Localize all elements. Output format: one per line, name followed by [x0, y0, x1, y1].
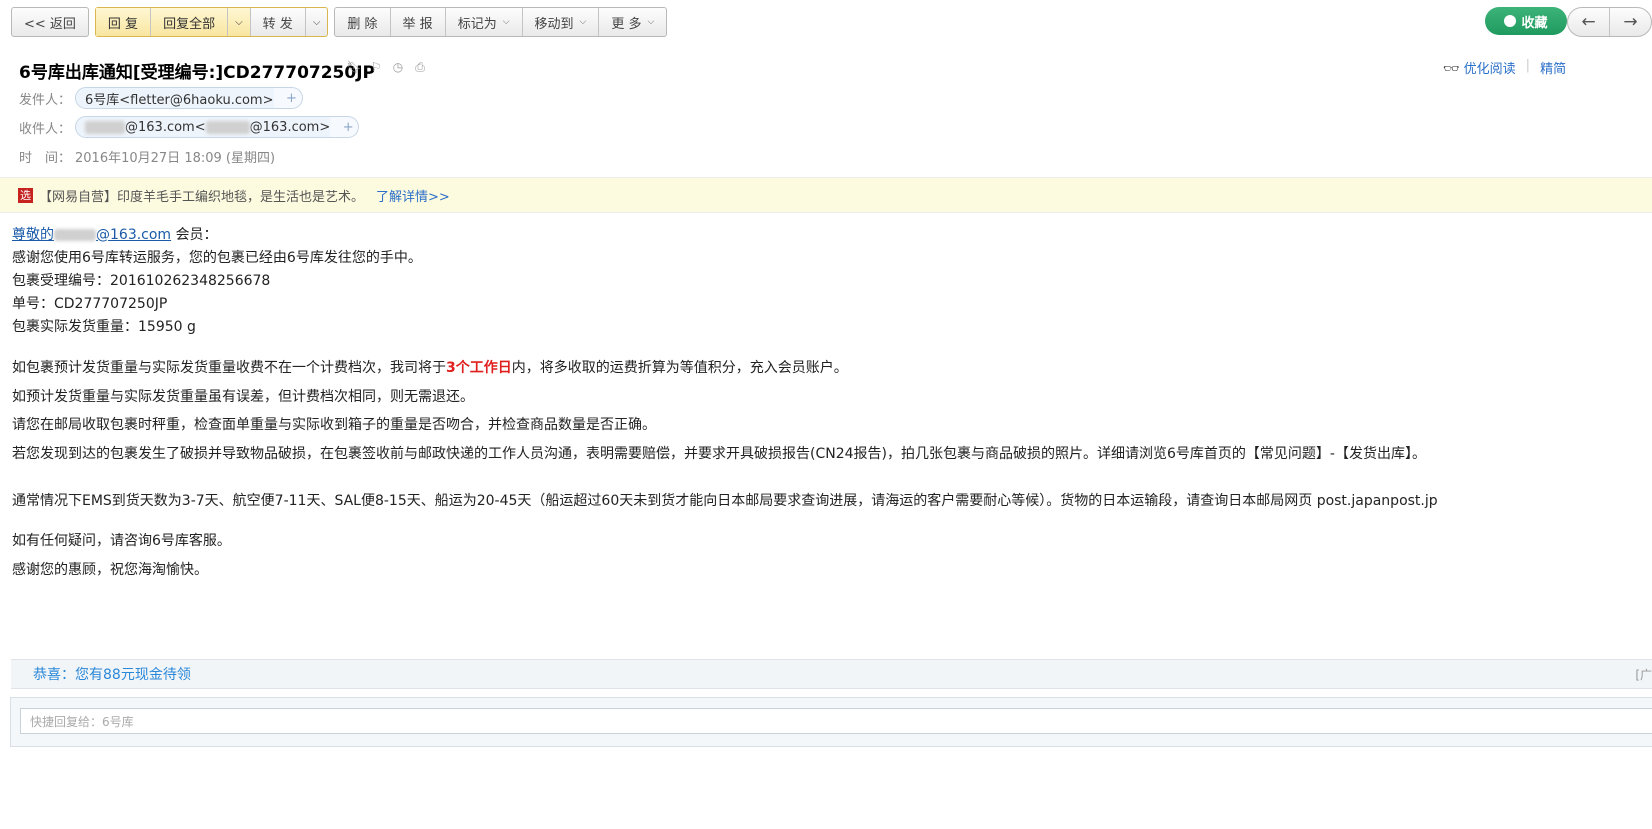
- chevron-down-icon: ⌵: [579, 17, 587, 27]
- netease-select-icon: 选: [18, 187, 33, 203]
- body-paragraph: 通常情况下EMS到货天数为3-7天、航空便7-11天、SAL便8-15天、船运为…: [12, 493, 1438, 509]
- clock-icon[interactable]: ◷: [391, 60, 405, 74]
- favorite-button[interactable]: 收藏: [1485, 7, 1567, 35]
- ad-details-link[interactable]: 了解详情>>: [376, 186, 450, 205]
- mail-body: 尊敬的 @163.com 会员： 感谢您使用6号库转运服务，您的包裹已经由6号库发…: [12, 224, 422, 339]
- reply-button[interactable]: 回 复: [95, 8, 152, 36]
- favorite-icon: [1504, 15, 1517, 27]
- mark-as-label: 标记为: [457, 16, 497, 32]
- favorite-label: 收藏: [1521, 15, 1548, 31]
- glasses-icon: 👓︎: [1443, 62, 1460, 77]
- reply-all-button[interactable]: 回复全部: [151, 8, 229, 36]
- move-to-label: 移动到: [534, 16, 574, 32]
- body-paragraph: 如预计发货重量与实际发货重量虽有误差，但计费档次相同，则无需退还。: [12, 389, 474, 405]
- back-button[interactable]: << 返回: [12, 8, 88, 36]
- body-text: 内，将多收取的运费折算为等值积分，充入会员账户。: [511, 360, 848, 376]
- mail-nav: ← →: [1567, 7, 1652, 37]
- redacted-username: [85, 120, 126, 134]
- chevron-down-icon: ⌵: [647, 17, 655, 27]
- greet-prefix: 尊敬的: [12, 227, 54, 243]
- to-label: 收件人：: [19, 121, 72, 137]
- sender-chip[interactable]: 6号库<fletter@6haoku.com>: [75, 87, 284, 109]
- manage-group: 删 除 举 报 标记为 ⌵ 移动到 ⌵ 更 多 ⌵: [334, 7, 668, 37]
- ad-label: [广: [1635, 667, 1652, 682]
- prev-mail-arrow-icon[interactable]: ←: [1568, 8, 1610, 36]
- time-row: 时 间： 2016年10月27日 18:09 (星期四): [19, 147, 275, 166]
- delete-button[interactable]: 删 除: [335, 8, 391, 36]
- redacted-username: [205, 120, 250, 134]
- highlight-text: 3个工作日: [446, 360, 512, 376]
- read-tools: 👓︎ 优化阅读 | 精简: [1443, 58, 1566, 77]
- back-group: << 返回: [11, 7, 89, 37]
- add-contact-plus-icon[interactable]: +: [330, 116, 360, 138]
- time-label: 时 间：: [19, 151, 72, 166]
- greet-suffix: 会员：: [171, 227, 218, 243]
- recipient-chip[interactable]: @163.com< @163.com>: [75, 116, 341, 138]
- subject-icons: 🔖︎ ⚐ ◷ ⎙: [346, 60, 427, 75]
- optimize-read-link[interactable]: 👓︎ 优化阅读: [1443, 58, 1516, 77]
- redacted-username: [54, 229, 96, 241]
- divider: |: [1525, 58, 1531, 73]
- simplified-link[interactable]: 精简: [1540, 58, 1566, 77]
- body-paragraph: 如有任何疑问，请咨询6号库客服。: [12, 533, 231, 549]
- quick-reply-area: 快捷回复给：6号库: [10, 697, 1652, 747]
- move-to-button[interactable]: 移动到 ⌵: [523, 8, 600, 36]
- member-link[interactable]: 尊敬的 @163.com: [12, 227, 171, 243]
- toolbar: << 返回 回 复 回复全部 ⌵ 转 发 ⌵ 删 除 举 报 标记为 ⌵ 移动到 ⌵…: [11, 7, 668, 37]
- add-contact-plus-icon[interactable]: +: [273, 87, 303, 109]
- from-label: 发件人：: [19, 92, 72, 108]
- body-paragraph: 若您发现到达的包裹发生了破损并导致物品破损，在包裹签收前与邮政快递的工作人员沟通…: [12, 446, 1426, 462]
- reply-dropdown-chevron-icon[interactable]: ⌵: [228, 8, 251, 36]
- forward-dropdown-chevron-icon[interactable]: ⌵: [306, 8, 328, 36]
- to-row: 收件人： @163.com< @163.com> +: [19, 116, 360, 138]
- recipient-domain-2: @163.com>: [249, 119, 331, 135]
- body-line: 包裹实际发货重量：15950 g: [12, 319, 196, 335]
- refund-paragraph: 如包裹预计发货重量与实际发货重量收费不在一个计费档次，我司将于3个工作日内，将多…: [12, 357, 848, 377]
- forward-button[interactable]: 转 发: [251, 8, 306, 36]
- next-mail-arrow-icon[interactable]: →: [1610, 8, 1651, 36]
- quick-reply-input[interactable]: 快捷回复给：6号库: [20, 708, 1652, 734]
- body-line: 包裹受理编号：201610262348256678: [12, 273, 271, 289]
- greeting: 尊敬的 @163.com 会员：: [12, 224, 422, 247]
- report-button[interactable]: 举 报: [391, 8, 446, 36]
- body-text: 如包裹预计发货重量与实际发货重量收费不在一个计费档次，我司将于: [12, 360, 446, 376]
- chevron-down-icon: ⌵: [502, 17, 510, 27]
- ad-bar: 选 【网易自营】印度羊毛手工编织地毯，是生活也是艺术。 了解详情>>: [0, 177, 1652, 213]
- body-line: 单号：CD277707250JP: [12, 296, 168, 312]
- promo-bar: 恭喜：您有88元现金待领 [广: [11, 659, 1652, 689]
- bookmark-icon[interactable]: 🔖︎: [346, 60, 361, 74]
- ad-text: 【网易自营】印度羊毛手工编织地毯，是生活也是艺术。: [39, 189, 365, 205]
- promo-link[interactable]: 恭喜：您有88元现金待领: [33, 664, 191, 684]
- time-value: 2016年10月27日 18:09 (星期四): [75, 151, 276, 166]
- from-row: 发件人： 6号库<fletter@6haoku.com> +: [19, 87, 303, 109]
- body-paragraph: 请您在邮局收取包裹时秤重，检查面单重量与实际收到箱子的重量是否吻合，并检查商品数…: [12, 417, 656, 433]
- mail-subject: 6号库出库通知[受理编号:]CD277707250JP: [19, 63, 375, 83]
- reply-group: 回 复 回复全部 ⌵ 转 发 ⌵: [94, 7, 329, 37]
- body-paragraph: 感谢您的惠顾，祝您海淘愉快。: [12, 562, 208, 578]
- more-button[interactable]: 更 多 ⌵: [599, 8, 666, 36]
- recipient-domain-1: @163.com<: [125, 119, 206, 135]
- flag-icon[interactable]: ⚐: [369, 60, 383, 74]
- greet-domain: @163.com: [96, 227, 172, 243]
- more-label: 更 多: [611, 16, 642, 32]
- optimize-read-label: 优化阅读: [1463, 62, 1516, 77]
- mark-as-button[interactable]: 标记为 ⌵: [446, 8, 523, 36]
- body-line: 感谢您使用6号库转运服务，您的包裹已经由6号库发往您的手中。: [12, 250, 422, 266]
- print-icon[interactable]: ⎙: [413, 60, 427, 74]
